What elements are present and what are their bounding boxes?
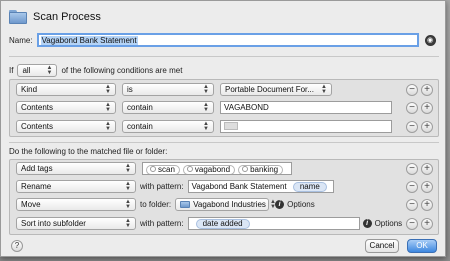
tag-token[interactable]: vagabond bbox=[182, 165, 236, 174]
actions-box: Add tags ▲ ▼ scan vagabond banking − + Rena… bbox=[9, 159, 439, 235]
conditions-box: Kind ▲ ▼ is ▲ ▼ Portable Document For... ▲… bbox=[9, 79, 439, 137]
if-label: If bbox=[9, 66, 14, 75]
remove-condition-button[interactable]: − bbox=[406, 84, 418, 96]
condition-row: Contents ▲ ▼ contain ▲ ▼ bbox=[16, 120, 392, 133]
action-popup[interactable]: Move ▲ ▼ bbox=[16, 198, 136, 211]
remove-action-button[interactable]: − bbox=[406, 181, 418, 193]
condition-value-input[interactable] bbox=[220, 120, 392, 133]
add-action-button[interactable]: + bbox=[421, 199, 433, 211]
condition-operator-popup[interactable]: contain ▲ ▼ bbox=[122, 120, 214, 133]
condition-attribute-popup[interactable]: Kind ▲ ▼ bbox=[16, 83, 116, 96]
cancel-button[interactable]: Cancel bbox=[365, 239, 399, 253]
action-row-sort: Sort into subfolder ▲ ▼ with pattern: dat… bbox=[16, 217, 402, 230]
info-icon[interactable]: i bbox=[275, 200, 285, 209]
tag-token[interactable]: scan bbox=[146, 165, 180, 174]
name-row: Name: Vagabond Bank Statement ◉ bbox=[9, 33, 439, 47]
chevron-updown-icon: ▲ ▼ bbox=[105, 83, 111, 95]
rule-editor-sheet: Scan Process Name: Vagabond Bank Stateme… bbox=[0, 0, 446, 257]
rename-pattern-label: with pattern: bbox=[140, 182, 184, 191]
help-button[interactable]: ? bbox=[11, 240, 23, 252]
condition-operator: is bbox=[127, 85, 133, 94]
name-label: Name: bbox=[9, 35, 33, 45]
condition-attribute-popup[interactable]: Contents ▲ ▼ bbox=[16, 101, 116, 114]
chevron-updown-icon: ▲ ▼ bbox=[203, 101, 209, 113]
add-condition-button[interactable]: + bbox=[421, 84, 433, 96]
add-condition-button[interactable]: + bbox=[421, 102, 433, 114]
chevron-updown-icon: ▲ ▼ bbox=[125, 162, 131, 174]
remove-action-button[interactable]: − bbox=[406, 218, 418, 230]
name-value: Vagabond Bank Statement bbox=[40, 36, 138, 45]
sort-pattern-label: with pattern: bbox=[140, 219, 184, 228]
action-row-rename: Rename ▲ ▼ with pattern: Vagabond Bank St… bbox=[16, 180, 334, 193]
rename-pattern-field[interactable]: Vagabond Bank Statement name bbox=[187, 180, 334, 193]
sort-pattern-field[interactable]: date added bbox=[187, 217, 360, 230]
condition-operator: contain bbox=[127, 122, 153, 131]
add-action-button[interactable]: + bbox=[421, 181, 433, 193]
folder-popup[interactable]: Vagabond Industries ▲ ▼ bbox=[175, 198, 276, 211]
condition-value: Portable Document For... bbox=[225, 85, 314, 94]
action-popup[interactable]: Add tags ▲ ▼ bbox=[16, 162, 136, 175]
folder-name: Vagabond Industries bbox=[193, 200, 266, 209]
condition-value-popup[interactable]: Portable Document For... ▲ ▼ bbox=[220, 83, 332, 96]
condition-match-line: If all ▲ ▼ of the following conditions ar… bbox=[9, 64, 182, 77]
separator bbox=[9, 56, 439, 57]
chevron-updown-icon: ▲ ▼ bbox=[105, 120, 111, 132]
remove-condition-button[interactable]: − bbox=[406, 121, 418, 133]
chevron-updown-icon: ▲ ▼ bbox=[46, 64, 53, 76]
chevron-updown-icon: ▲ ▼ bbox=[125, 217, 131, 229]
add-action-button[interactable]: + bbox=[421, 218, 433, 230]
chevron-updown-icon: ▲ ▼ bbox=[203, 120, 209, 132]
action-label: Move bbox=[21, 200, 41, 209]
remove-condition-button[interactable]: − bbox=[406, 102, 418, 114]
tags-field[interactable]: scan vagabond banking bbox=[142, 162, 292, 175]
condition-row: Contents ▲ ▼ contain ▲ ▼ VAGABOND bbox=[16, 101, 392, 114]
condition-operator-popup[interactable]: is ▲ ▼ bbox=[122, 83, 214, 96]
action-popup[interactable]: Sort into subfolder ▲ ▼ bbox=[16, 217, 136, 230]
chevron-updown-icon: ▲ ▼ bbox=[125, 180, 131, 192]
match-suffix: of the following conditions are met bbox=[61, 66, 183, 75]
condition-row: Kind ▲ ▼ is ▲ ▼ Portable Document For... ▲… bbox=[16, 83, 332, 96]
move-options-label[interactable]: Options bbox=[287, 200, 315, 209]
chevron-updown-icon: ▲ ▼ bbox=[203, 83, 209, 95]
add-condition-button[interactable]: + bbox=[421, 121, 433, 133]
add-action-button[interactable]: + bbox=[421, 163, 433, 175]
sheet-header: Scan Process bbox=[9, 7, 101, 27]
info-icon[interactable]: i bbox=[362, 219, 372, 228]
folder-icon bbox=[9, 10, 27, 24]
image-placeholder-icon bbox=[224, 122, 238, 130]
folder-icon bbox=[180, 201, 191, 208]
action-row-move: Move ▲ ▼ to folder: Vagabond Industries ▲… bbox=[16, 198, 315, 211]
chevron-updown-icon: ▲ ▼ bbox=[105, 101, 111, 113]
condition-operator-popup[interactable]: contain ▲ ▼ bbox=[122, 101, 214, 114]
remove-action-button[interactable]: − bbox=[406, 163, 418, 175]
pattern-token[interactable]: name bbox=[292, 182, 327, 192]
condition-attribute: Contents bbox=[21, 103, 54, 112]
move-folder-label: to folder: bbox=[140, 200, 172, 209]
name-input[interactable]: Vagabond Bank Statement bbox=[36, 33, 419, 47]
condition-attribute: Contents bbox=[21, 122, 54, 131]
condition-operator: contain bbox=[127, 103, 153, 112]
condition-attribute: Kind bbox=[21, 85, 38, 94]
actions-heading: Do the following to the matched file or … bbox=[9, 147, 168, 156]
chevron-updown-icon: ▲ ▼ bbox=[125, 198, 131, 210]
condition-attribute-popup[interactable]: Contents ▲ ▼ bbox=[16, 120, 116, 133]
ok-button[interactable]: OK bbox=[407, 239, 437, 253]
chevron-updown-icon: ▲ ▼ bbox=[321, 83, 327, 95]
action-label: Add tags bbox=[21, 164, 53, 173]
condition-value-input[interactable]: VAGABOND bbox=[220, 101, 392, 114]
separator bbox=[9, 142, 439, 143]
match-popup[interactable]: all ▲ ▼ bbox=[17, 64, 58, 77]
pattern-token[interactable]: date added bbox=[195, 219, 250, 229]
rename-pattern-text: Vagabond Bank Statement bbox=[191, 182, 287, 191]
action-label: Rename bbox=[21, 182, 52, 191]
lock-icon[interactable]: ◉ bbox=[424, 34, 436, 46]
action-popup[interactable]: Rename ▲ ▼ bbox=[16, 180, 136, 193]
match-value: all bbox=[22, 66, 31, 75]
sheet-title: Scan Process bbox=[33, 11, 101, 23]
tag-token[interactable]: banking bbox=[238, 165, 284, 174]
action-label: Sort into subfolder bbox=[21, 219, 86, 228]
remove-action-button[interactable]: − bbox=[406, 199, 418, 211]
sort-options-label[interactable]: Options bbox=[375, 219, 403, 228]
action-row-add-tags: Add tags ▲ ▼ scan vagabond banking bbox=[16, 162, 292, 175]
